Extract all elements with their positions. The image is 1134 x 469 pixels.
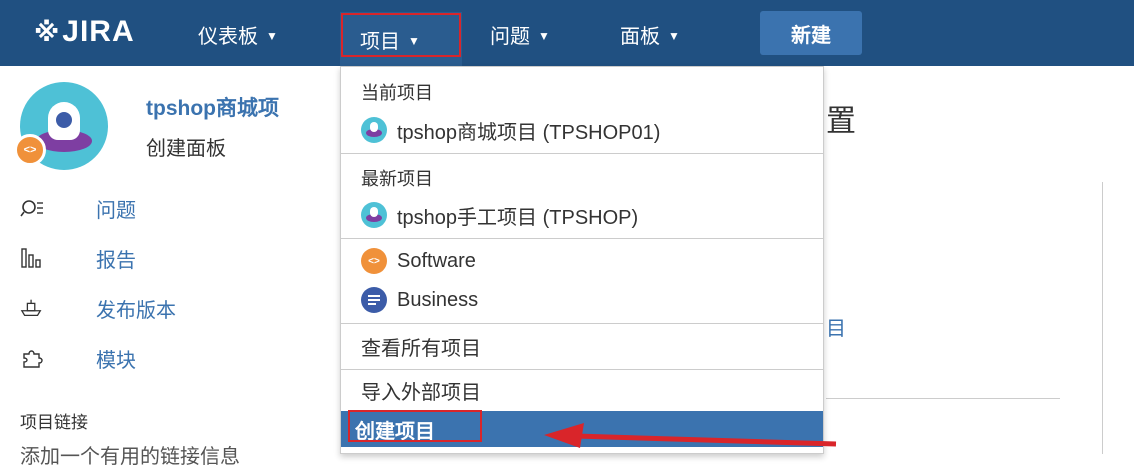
nav-dashboards-label: 仪表板 (198, 25, 258, 48)
menu-item-import-project[interactable]: 导入外部项目 (361, 373, 481, 407)
create-button[interactable]: 新建 (760, 11, 862, 55)
menu-divider (341, 153, 823, 154)
menu-divider (341, 323, 823, 324)
chart-icon (20, 246, 44, 270)
search-list-icon (20, 196, 44, 220)
chevron-down-icon: ▼ (668, 28, 680, 43)
chevron-down-icon: ▼ (538, 28, 550, 43)
chevron-down-icon: ▼ (408, 33, 420, 48)
recent-projects-heading: 最新项目 (361, 169, 433, 189)
software-icon: <> (361, 248, 387, 274)
divider (826, 398, 1060, 399)
top-nav-bar: ※ JIRA 仪表板 ▼ 项目 ▼ 问题 ▼ 面板 ▼ 新建 (0, 0, 1134, 66)
nav-boards-label: 面板 (620, 25, 660, 48)
sidebar-item-label: 发布版本 (96, 299, 176, 322)
puzzle-icon (20, 346, 44, 370)
current-project-heading: 当前项目 (361, 83, 433, 103)
page-title-fragment: 置 (826, 105, 856, 138)
logo-text: JIRA (62, 15, 135, 48)
menu-item-label: tpshop手工项目 (TPSHOP) (397, 206, 639, 229)
menu-item-label: 导入外部项目 (361, 381, 481, 404)
sidebar-item-label: 问题 (96, 199, 136, 222)
avatar-ufo-eye (56, 112, 72, 128)
sidebar-item-reports[interactable]: 报告 (20, 240, 136, 276)
menu-item-label: tpshop商城项目 (TPSHOP01) (397, 121, 661, 144)
project-subtitle: 创建面板 (146, 138, 226, 160)
sidebar-item-label: 模块 (96, 349, 136, 372)
project-avatar-icon (361, 117, 387, 143)
business-icon (361, 287, 387, 313)
nav-issues[interactable]: 问题 ▼ (490, 14, 550, 54)
sidebar-item-components[interactable]: 模块 (20, 340, 136, 376)
nav-projects[interactable]: 项目 ▼ (340, 12, 462, 66)
nav-projects-label: 项目 (360, 30, 400, 53)
jira-logo-icon: ※ (34, 16, 60, 47)
nav-dashboards[interactable]: 仪表板 ▼ (198, 14, 278, 54)
menu-item-view-all-projects[interactable]: 查看所有项目 (361, 329, 481, 363)
project-links-heading: 项目链接 (20, 413, 88, 432)
projects-dropdown-menu: 当前项目 tpshop商城项目 (TPSHOP01) 最新项目 tpshop手工… (340, 66, 824, 454)
menu-item-recent-project[interactable]: tpshop手工项目 (TPSHOP) (361, 198, 638, 232)
ship-icon (20, 296, 44, 320)
software-type-badge: <> (14, 134, 46, 166)
menu-divider (341, 238, 823, 239)
menu-divider (341, 369, 823, 370)
menu-item-label: Software (397, 249, 476, 272)
sidebar-item-issues[interactable]: 问题 (20, 190, 136, 226)
chevron-down-icon: ▼ (266, 28, 278, 43)
sidebar-item-releases[interactable]: 发布版本 (20, 290, 176, 326)
nav-issues-label: 问题 (490, 25, 530, 48)
menu-item-label: 查看所有项目 (361, 337, 481, 360)
menu-item-software[interactable]: <> Software (361, 244, 476, 278)
menu-item-business[interactable]: Business (361, 283, 478, 317)
page-link-fragment[interactable]: 目 (826, 312, 846, 341)
sidebar-item-label: 报告 (96, 249, 136, 272)
jira-logo[interactable]: ※ JIRA (34, 14, 135, 50)
menu-item-label: Business (397, 288, 479, 311)
project-name[interactable]: tpshop商城项 (146, 92, 279, 122)
annotation-arrow-icon (544, 423, 837, 448)
nav-boards[interactable]: 面板 ▼ (620, 14, 680, 54)
divider (1102, 182, 1103, 454)
project-avatar-icon (361, 202, 387, 228)
menu-item-current-project[interactable]: tpshop商城项目 (TPSHOP01) (361, 113, 660, 147)
menu-item-label: 创建项目 (355, 421, 435, 443)
project-links-text[interactable]: 添加一个有用的链接信息 (20, 440, 240, 469)
